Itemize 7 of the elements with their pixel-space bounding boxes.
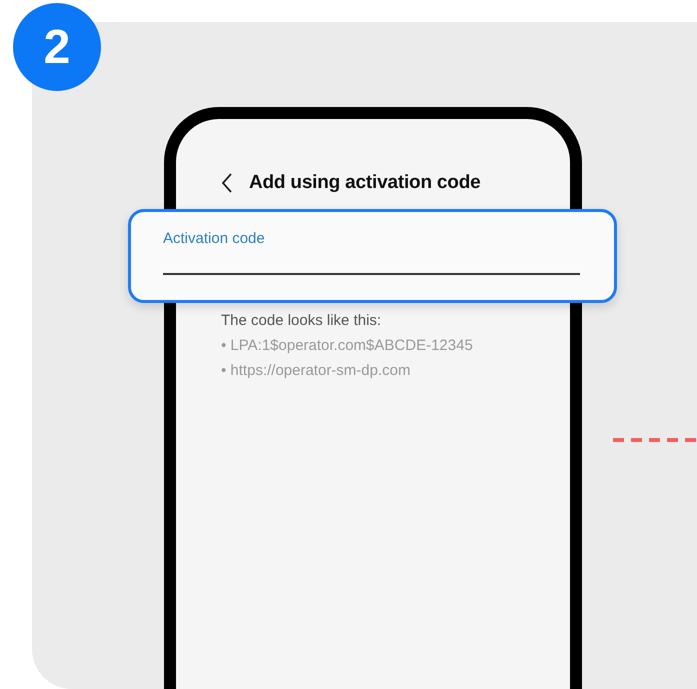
back-icon bbox=[221, 173, 233, 193]
screen-title: Add using activation code bbox=[249, 172, 480, 194]
step-badge: 2 bbox=[13, 3, 101, 91]
hint-text: The code looks like this: bbox=[221, 312, 382, 329]
example-text: • LPA:1$operator.com$ABCDE-12345 bbox=[221, 337, 474, 354]
example-text: • https://operator-sm-dp.com bbox=[221, 362, 412, 379]
activation-code-field[interactable]: Activation code bbox=[128, 209, 617, 303]
